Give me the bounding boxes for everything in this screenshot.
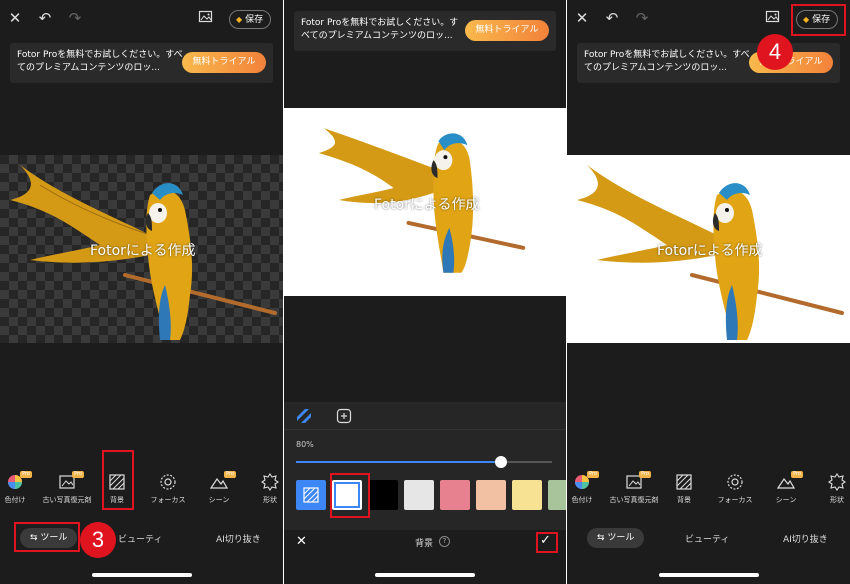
highlight-save-button xyxy=(791,4,846,36)
image-canvas[interactable]: Fotorによる作成 xyxy=(284,108,566,296)
scene-icon: Pro xyxy=(209,471,236,491)
pro-badge: Pro xyxy=(639,471,651,478)
help-icon[interactable]: ? xyxy=(439,536,450,547)
color-wheel-icon: Pro xyxy=(6,471,32,491)
editor-bottom-bar: ✕ 背景 ? ✓ xyxy=(284,530,566,556)
shape-icon xyxy=(261,473,279,491)
tool-shape[interactable]: 形状 xyxy=(241,470,283,505)
close-icon[interactable]: ✕ xyxy=(6,9,24,27)
tool-background[interactable]: 背景 xyxy=(655,470,713,505)
step-number-3: 3 xyxy=(80,522,116,558)
save-button[interactable]: ◆ 保存 xyxy=(229,10,272,29)
tab-ai-cutout[interactable]: AI切り抜き xyxy=(783,532,828,545)
gem-icon: ◆ xyxy=(236,15,243,24)
tool-label: フォーカス xyxy=(150,496,186,504)
highlight-confirm xyxy=(536,532,558,553)
tool-label: フォーカス xyxy=(717,496,753,504)
color-swatch[interactable] xyxy=(548,480,566,510)
pro-badge: Pro xyxy=(20,471,32,478)
transparent-pattern-icon[interactable] xyxy=(296,408,312,424)
image-canvas[interactable]: Fotorによる作成 xyxy=(567,155,850,343)
highlight-background-tool xyxy=(102,450,134,510)
tool-focus[interactable]: フォーカス xyxy=(706,470,764,505)
redo-icon[interactable]: ↷ xyxy=(633,9,651,27)
scene-icon: Pro xyxy=(776,471,803,491)
panel-title: 背景 xyxy=(415,539,434,549)
free-trial-button[interactable]: 無料トライアル xyxy=(182,52,266,73)
color-swatch[interactable] xyxy=(512,480,542,510)
promo-text: Fotor Proを無料でお試しください。すべてのプレミアムコンテンツのロッ..… xyxy=(301,18,459,41)
pro-badge: Pro xyxy=(224,471,236,478)
screen-step-3: ✕ ↶ ↷ ◆ 保存 Fotor Proを無料でお試しください。すべてのプレミアム… xyxy=(0,0,283,584)
bottom-tabs: ⇆ ツール ビューティ AI切り抜き xyxy=(567,524,850,552)
image-canvas[interactable]: Fotorによる作成 xyxy=(0,155,283,343)
background-options-panel: 80% xyxy=(284,402,566,530)
color-wheel-icon: Pro xyxy=(573,471,599,491)
focus-icon xyxy=(159,473,177,491)
tab-ai-cutout[interactable]: AI切り抜き xyxy=(216,532,261,545)
tool-label: シーン xyxy=(208,496,230,504)
image-compare-icon[interactable] xyxy=(197,9,215,27)
undo-icon[interactable]: ↶ xyxy=(603,9,621,27)
close-icon[interactable]: ✕ xyxy=(296,534,307,549)
screen-step-4: ✕ ↶ ↷ ◆ 保存 Fotor Proを無料でお試しください。すべてのプレミアム… xyxy=(567,0,850,584)
shape-icon xyxy=(828,473,846,491)
opacity-slider[interactable] xyxy=(296,456,552,468)
tool-shape[interactable]: 形状 xyxy=(808,470,850,505)
home-indicator xyxy=(91,573,192,577)
add-image-icon[interactable] xyxy=(336,408,352,424)
image-compare-icon[interactable] xyxy=(764,9,782,27)
free-trial-button[interactable]: 無料トライアル xyxy=(465,20,549,41)
background-hatch-icon xyxy=(675,473,693,491)
watermark: Fotorによる作成 xyxy=(374,197,480,213)
sliders-icon: ⇆ xyxy=(597,533,608,543)
step-number-4: 4 xyxy=(757,34,793,70)
watermark: Fotorによる作成 xyxy=(90,243,196,259)
tutorial-screens: ✕ ↶ ↷ ◆ 保存 Fotor Proを無料でお試しください。すべてのプレミアム… xyxy=(0,0,850,584)
tab-tools[interactable]: ⇆ ツール xyxy=(587,528,645,548)
tool-label: 形状 xyxy=(830,496,844,504)
undo-icon[interactable]: ↶ xyxy=(36,9,54,27)
top-bar: ✕ ↶ ↷ ◆ 保存 xyxy=(0,0,283,36)
tool-label: 背景 xyxy=(677,496,691,504)
opacity-label: 80% xyxy=(296,440,314,449)
image-restore-icon: Pro xyxy=(58,471,84,491)
color-swatch[interactable] xyxy=(404,480,434,510)
tool-row: Pro 色付け Pro 古い写真復元剤 背景 フォーカス Pro シーン 形状 xyxy=(0,470,283,510)
swatch-transparent[interactable] xyxy=(296,480,326,510)
pro-badge: Pro xyxy=(72,471,84,478)
tool-row: Pro 色付け Pro 古い写真復元剤 背景 フォーカス Pro シーン 形状 xyxy=(567,470,850,510)
color-swatch[interactable] xyxy=(368,480,398,510)
screen-background-editor: Fotor Proを無料でお試しください。すべてのプレミアムコンテンツのロッ..… xyxy=(284,0,566,584)
promo-banner: Fotor Proを無料でお試しください。すべてのプレミアムコンテンツのロッ..… xyxy=(10,43,273,83)
color-swatch[interactable] xyxy=(476,480,506,510)
tool-label: シーン xyxy=(775,496,797,504)
slider-fill xyxy=(296,461,501,463)
color-swatch[interactable] xyxy=(440,480,470,510)
slider-knob[interactable] xyxy=(494,456,507,468)
pro-badge: Pro xyxy=(587,471,599,478)
tab-beauty[interactable]: ビューティ xyxy=(118,532,162,545)
tab-beauty[interactable]: ビューティ xyxy=(685,532,729,545)
tool-scene[interactable]: Pro シーン xyxy=(757,470,815,505)
home-indicator xyxy=(658,573,759,577)
close-icon[interactable]: ✕ xyxy=(573,9,591,27)
pro-badge: Pro xyxy=(791,471,803,478)
image-restore-icon: Pro xyxy=(625,471,651,491)
home-indicator xyxy=(375,573,475,577)
watermark: Fotorによる作成 xyxy=(657,243,763,259)
tool-label: 形状 xyxy=(263,496,277,504)
promo-banner: Fotor Proを無料でお試しください。すべてのプレミアムコンテンツのロッ..… xyxy=(294,11,556,51)
tool-scene[interactable]: Pro シーン xyxy=(190,470,248,505)
promo-banner: Fotor Proを無料でお試しください。すべてのプレミアムコンテンツのロッ..… xyxy=(577,43,840,83)
promo-text: Fotor Proを無料でお試しください。すべてのプレミアムコンテンツのロッ..… xyxy=(584,50,750,73)
background-type-bar xyxy=(284,402,566,430)
highlight-white-swatch xyxy=(330,473,370,518)
focus-icon xyxy=(726,473,744,491)
promo-text: Fotor Proを無料でお試しください。すべてのプレミアムコンテンツのロッ..… xyxy=(17,50,183,73)
redo-icon[interactable]: ↷ xyxy=(66,9,84,27)
highlight-tools-tab xyxy=(14,522,80,552)
tool-focus[interactable]: フォーカス xyxy=(139,470,197,505)
